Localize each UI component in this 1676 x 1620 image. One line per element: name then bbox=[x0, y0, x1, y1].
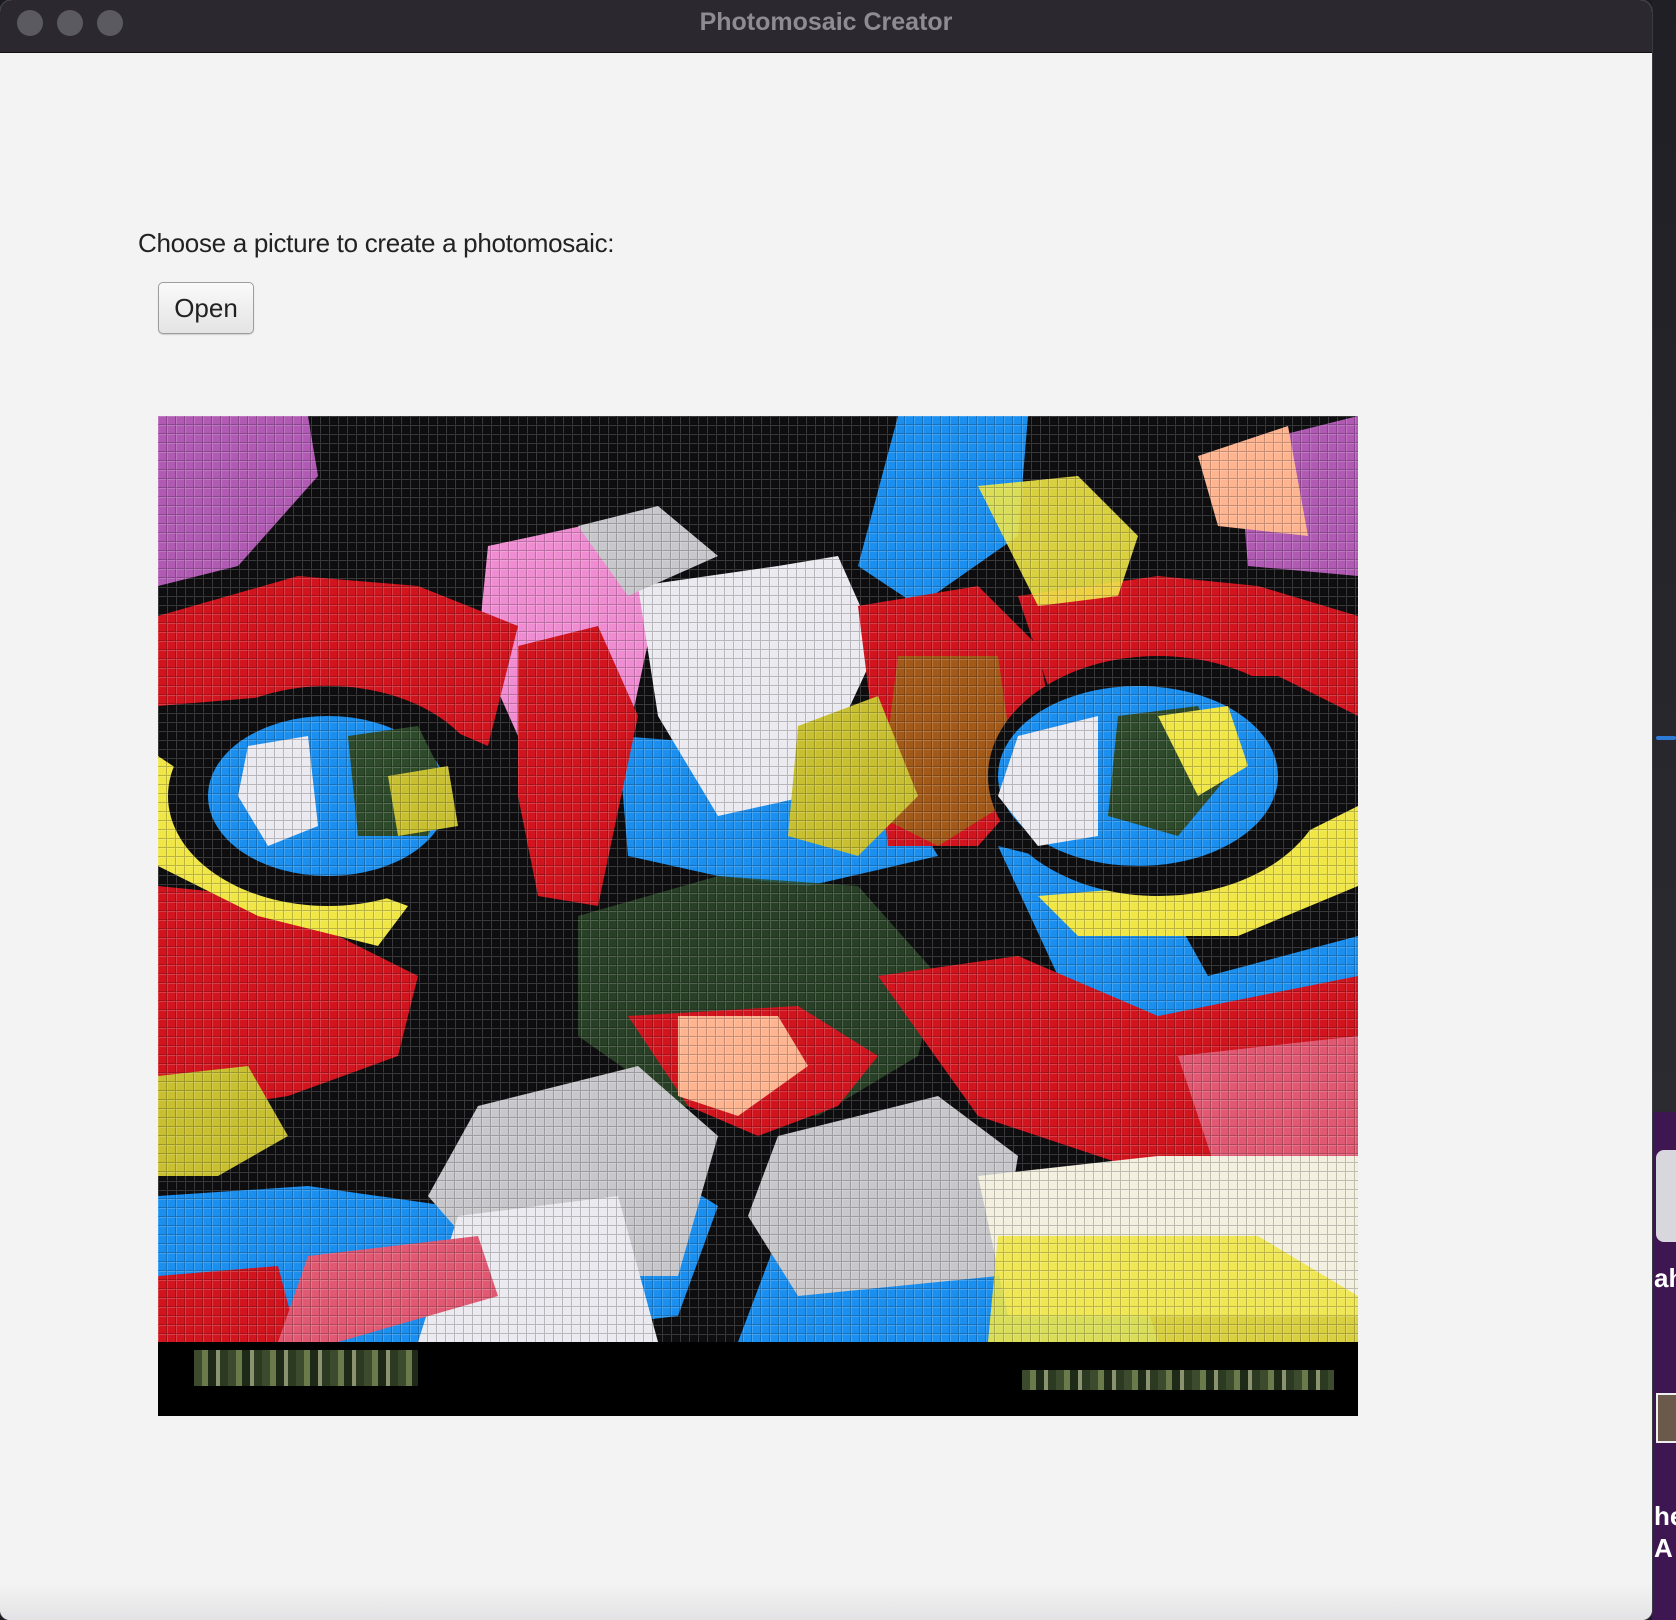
desktop-text-fragment: A bbox=[1654, 1533, 1673, 1563]
photomosaic-image bbox=[158, 416, 1358, 1416]
desktop-accent-line bbox=[1656, 736, 1676, 740]
open-button[interactable]: Open bbox=[158, 282, 254, 334]
app-window: Photomosaic Creator Choose a picture to … bbox=[0, 0, 1652, 1620]
mosaic-bottom-band bbox=[158, 1342, 1358, 1416]
mosaic-picture bbox=[158, 416, 1358, 1342]
desktop-text-fragment: ah bbox=[1654, 1263, 1676, 1293]
desktop-thumbnail bbox=[1656, 1393, 1676, 1443]
mosaic-strip bbox=[1022, 1370, 1334, 1390]
title-bar[interactable]: Photomosaic Creator bbox=[0, 0, 1652, 53]
desktop-background: ah he A bbox=[1652, 0, 1676, 1620]
mosaic-strip bbox=[194, 1350, 418, 1386]
window-title: Photomosaic Creator bbox=[699, 8, 953, 36]
window-bottom-edge bbox=[0, 1584, 1652, 1620]
desktop-text-fragment: he bbox=[1654, 1501, 1676, 1531]
desktop-window-edge bbox=[1652, 0, 1676, 1110]
choose-picture-label: Choose a picture to create a photomosaic… bbox=[138, 228, 615, 258]
desktop-card bbox=[1656, 1150, 1676, 1242]
